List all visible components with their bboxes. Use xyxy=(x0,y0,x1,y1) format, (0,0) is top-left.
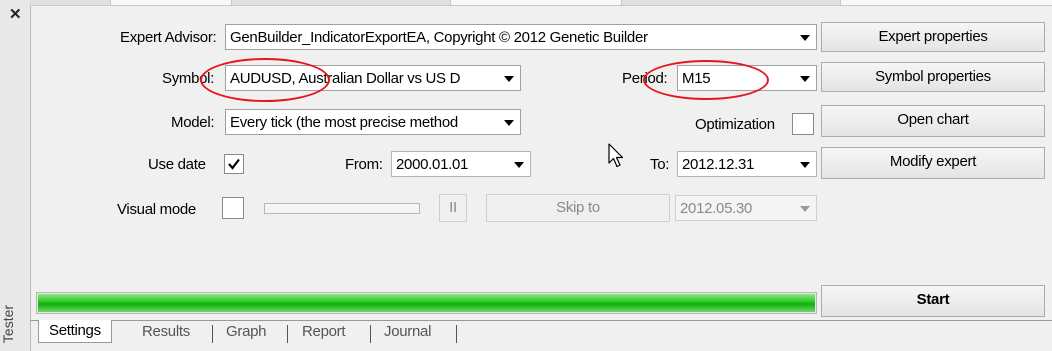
from-label: From: xyxy=(345,156,383,173)
use-date-label: Use date xyxy=(148,156,206,173)
checkmark-icon xyxy=(228,158,240,170)
expert-properties-button[interactable]: Expert properties xyxy=(821,22,1045,52)
expert-advisor-value: GenBuilder_IndicatorExportEA, Copyright … xyxy=(230,29,648,46)
tab-separator xyxy=(370,325,371,343)
optimization-label: Optimization xyxy=(695,116,775,133)
mouse-pointer-icon xyxy=(608,143,624,168)
model-value: Every tick (the most precise method xyxy=(230,114,458,131)
model-select[interactable]: Every tick (the most precise method xyxy=(225,109,521,135)
open-chart-button[interactable]: Open chart xyxy=(821,105,1045,137)
chevron-down-icon xyxy=(800,206,810,212)
tabs-divider xyxy=(30,320,1052,321)
chevron-down-icon xyxy=(514,162,524,168)
chevron-down-icon xyxy=(504,120,514,126)
visual-mode-label: Visual mode xyxy=(117,201,196,218)
tab-settings[interactable]: Settings xyxy=(38,320,112,343)
start-button[interactable]: Start xyxy=(821,285,1045,317)
tab-separator xyxy=(212,325,213,343)
tab-report[interactable]: Report xyxy=(302,323,346,340)
skip-to-date-value: 2012.05.30 xyxy=(680,200,753,217)
chevron-down-icon xyxy=(504,76,514,82)
test-progress-fill xyxy=(38,294,815,312)
modify-expert-button[interactable]: Modify expert xyxy=(821,147,1045,179)
period-highlight-oval xyxy=(643,60,769,100)
expert-advisor-select[interactable]: GenBuilder_IndicatorExportEA, Copyright … xyxy=(225,24,817,50)
symbol-properties-button[interactable]: Symbol properties xyxy=(821,62,1045,92)
top-edge-segment xyxy=(110,0,232,5)
top-edge-segment xyxy=(840,0,1052,5)
from-date-picker[interactable]: 2000.01.01 xyxy=(391,151,531,177)
to-label: To: xyxy=(650,156,670,173)
tab-results[interactable]: Results xyxy=(142,323,190,340)
from-date-value: 2000.01.01 xyxy=(396,156,469,173)
close-icon[interactable]: ✕ xyxy=(9,5,22,23)
symbol-highlight-oval xyxy=(200,58,330,102)
tab-separator xyxy=(287,325,288,343)
chevron-down-icon xyxy=(800,76,810,82)
pause-button[interactable]: II xyxy=(439,194,467,222)
test-progress-bar xyxy=(36,292,817,314)
expert-advisor-label: Expert Advisor: xyxy=(120,29,217,46)
chevron-down-icon xyxy=(800,35,810,41)
skip-to-button[interactable]: Skip to xyxy=(486,194,670,222)
top-edge xyxy=(30,0,1052,6)
use-date-checkbox[interactable] xyxy=(224,154,244,174)
tester-side-title: Tester xyxy=(0,304,17,344)
tester-side-strip xyxy=(0,0,31,351)
visual-speed-slider[interactable] xyxy=(264,203,420,214)
model-label: Model: xyxy=(171,114,215,131)
tab-journal[interactable]: Journal xyxy=(384,323,431,340)
tab-separator xyxy=(456,325,457,343)
to-date-value: 2012.12.31 xyxy=(682,156,755,173)
visual-mode-checkbox[interactable] xyxy=(222,197,244,219)
top-edge-segment xyxy=(450,0,622,5)
tab-graph[interactable]: Graph xyxy=(226,323,267,340)
skip-to-date-picker[interactable]: 2012.05.30 xyxy=(675,195,817,221)
to-date-picker[interactable]: 2012.12.31 xyxy=(677,151,817,177)
optimization-checkbox[interactable] xyxy=(792,113,814,135)
chevron-down-icon xyxy=(800,162,810,168)
